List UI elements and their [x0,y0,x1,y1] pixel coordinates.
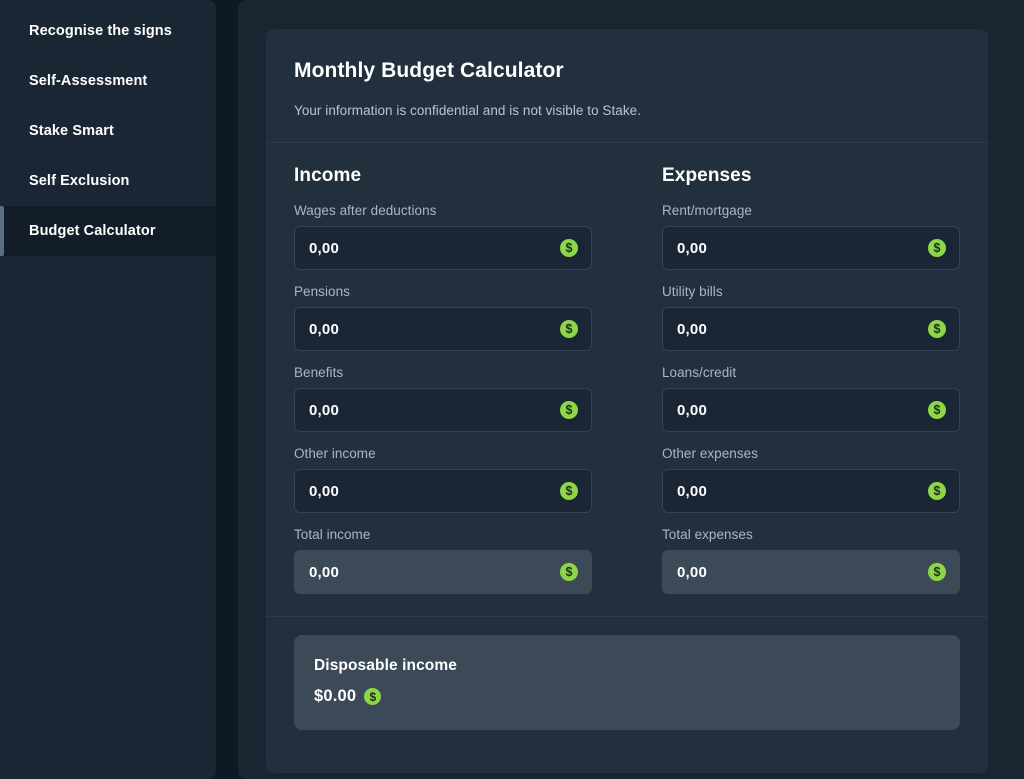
sidebar: Recognise the signs Self-Assessment Stake … [0,0,216,779]
income-column: Income Wages after deductions 0,00 $ Pensio… [294,165,592,594]
field-group: Utility bills 0,00 $ [662,284,960,351]
sidebar-nav-list: Recognise the signs Self-Assessment Stake … [0,6,216,256]
field-group: Loans/credit 0,00 $ [662,365,960,432]
amount-input-other-expenses[interactable]: 0,00 $ [662,469,960,513]
field-value: 0,00 [677,320,707,338]
dollar-coin-icon: $ [928,482,946,500]
field-value: 0,00 [309,239,339,257]
active-accent-bar [0,206,4,256]
disposable-income-section: Disposable income $0.00 $ [266,617,988,750]
sidebar-item-self-assessment[interactable]: Self-Assessment [0,56,216,106]
field-value: 0,00 [309,482,339,500]
dollar-coin-icon: $ [560,482,578,500]
field-group: Rent/mortgage 0,00 $ [662,203,960,270]
income-heading: Income [294,165,362,186]
expenses-field-list: Rent/mortgage 0,00 $ Utility bills 0,00 $ Loan… [662,203,960,594]
field-value: 0,00 [309,563,339,581]
dollar-coin-icon: $ [560,563,578,581]
field-label: Other expenses [662,446,759,461]
total-display-total-income: 0,00 $ [294,550,592,594]
sidebar-item-stake-smart[interactable]: Stake Smart [0,106,216,156]
field-group: Other income 0,00 $ [294,446,592,513]
dollar-coin-icon: $ [928,563,946,581]
total-display-total-expenses: 0,00 $ [662,550,960,594]
field-value: 0,00 [677,239,707,257]
expenses-heading: Expenses [662,165,752,186]
field-value: 0,00 [677,401,707,419]
dollar-coin-icon: $ [928,401,946,419]
dollar-coin-icon: $ [560,239,578,257]
sidebar-item-budget-calculator[interactable]: Budget Calculator [0,206,216,256]
field-label: Loans/credit [662,365,737,380]
dollar-coin-icon: $ [364,688,382,705]
field-group: Pensions 0,00 $ [294,284,592,351]
sidebar-item-self-exclusion[interactable]: Self Exclusion [0,156,216,206]
card-header: Monthly Budget Calculator Your informati… [266,29,988,143]
field-value: 0,00 [309,401,339,419]
field-label: Rent/mortgage [662,203,752,218]
amount-input-other-income[interactable]: 0,00 $ [294,469,592,513]
field-group: Other expenses 0,00 $ [662,446,960,513]
page-title: Monthly Budget Calculator [294,59,564,82]
amount-input-loans-credit[interactable]: 0,00 $ [662,388,960,432]
field-group: Wages after deductions 0,00 $ [294,203,592,270]
expenses-column: Expenses Rent/mortgage 0,00 $ Utility bills… [662,165,960,594]
budget-columns: Income Wages after deductions 0,00 $ Pensio… [266,143,988,617]
field-label: Total income [294,527,371,542]
amount-input-rent-mortgage[interactable]: 0,00 $ [662,226,960,270]
sidebar-item-label: Self-Assessment [29,73,148,89]
amount-input-pensions[interactable]: 0,00 $ [294,307,592,351]
disposable-income-label: Disposable income [314,657,457,674]
field-value: 0,00 [677,563,707,581]
dollar-coin-icon: $ [928,239,946,257]
dollar-coin-icon: $ [560,401,578,419]
budget-calculator-card: Monthly Budget Calculator Your informati… [266,29,988,773]
field-value: 0,00 [677,482,707,500]
card-subtitle: Your information is confidential and is … [294,103,641,118]
field-label: Benefits [294,365,344,380]
field-label: Total expenses [662,527,753,542]
sidebar-item-label: Recognise the signs [29,23,172,39]
disposable-income-amount: $0.00 [314,687,357,705]
sidebar-item-label: Self Exclusion [29,173,130,189]
disposable-income-card: Disposable income $0.00 $ [294,635,960,730]
amount-input-wages-after-deductions[interactable]: 0,00 $ [294,226,592,270]
dollar-coin-icon: $ [560,320,578,338]
field-label: Other income [294,446,376,461]
field-group: Total income 0,00 $ [294,527,592,594]
field-group: Total expenses 0,00 $ [662,527,960,594]
disposable-income-row: $0.00 $ [314,687,940,706]
income-field-list: Wages after deductions 0,00 $ Pensions 0,00 $… [294,203,592,594]
sidebar-item-label: Budget Calculator [29,223,156,239]
amount-input-benefits[interactable]: 0,00 $ [294,388,592,432]
sidebar-item-recognise-the-signs[interactable]: Recognise the signs [0,6,216,56]
field-label: Pensions [294,284,350,299]
main-panel: Monthly Budget Calculator Your informati… [238,0,1024,779]
dollar-coin-icon: $ [928,320,946,338]
field-value: 0,00 [309,320,339,338]
sidebar-item-label: Stake Smart [29,123,114,139]
amount-input-utility-bills[interactable]: 0,00 $ [662,307,960,351]
field-label: Utility bills [662,284,723,299]
field-label: Wages after deductions [294,203,437,218]
field-group: Benefits 0,00 $ [294,365,592,432]
